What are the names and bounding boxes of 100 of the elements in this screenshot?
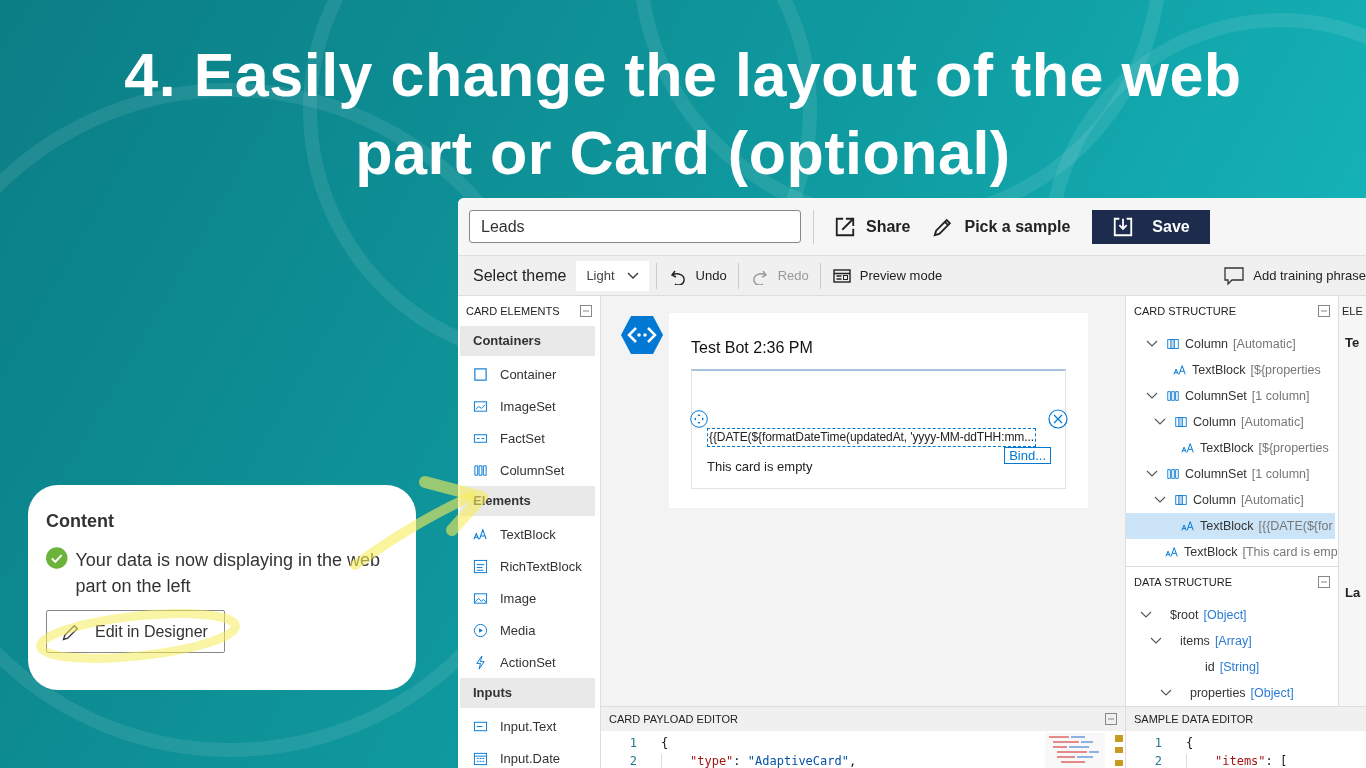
scrollbar-markers bbox=[1115, 733, 1123, 768]
tree-label: TextBlock bbox=[1192, 363, 1246, 377]
tree-label: TextBlock bbox=[1200, 441, 1254, 455]
element-item[interactable]: ImageSet bbox=[458, 390, 600, 422]
chevron-icon[interactable] bbox=[1146, 392, 1158, 400]
data-field-name[interactable]: id bbox=[1205, 660, 1215, 674]
line-number: 1 bbox=[1153, 736, 1162, 750]
save-button[interactable]: Save bbox=[1092, 209, 1210, 244]
collapse-icon[interactable] bbox=[1318, 576, 1330, 588]
panel-title: ELE bbox=[1342, 305, 1363, 317]
theme-dropdown[interactable]: Light bbox=[576, 260, 649, 291]
column-icon bbox=[1174, 415, 1188, 429]
tree-item[interactable]: Column [Automatic] bbox=[1126, 331, 1338, 357]
tree-label: ColumnSet bbox=[1185, 389, 1247, 403]
column-icon bbox=[1174, 493, 1188, 507]
share-icon bbox=[834, 215, 856, 238]
element-item[interactable]: Image bbox=[458, 582, 600, 614]
close-icon[interactable] bbox=[1048, 409, 1068, 429]
tree-detail: [Automatic] bbox=[1241, 415, 1304, 429]
tree-item[interactable]: Column [Automatic] bbox=[1126, 409, 1338, 435]
text-size-icon bbox=[1181, 519, 1195, 533]
data-field-type: [Array] bbox=[1214, 634, 1252, 648]
lightning-icon bbox=[473, 654, 488, 670]
data-field-type: [String] bbox=[1219, 660, 1260, 674]
chevron-icon[interactable] bbox=[1154, 418, 1166, 426]
element-item[interactable]: RichTextBlock bbox=[458, 550, 600, 582]
category-header[interactable]: Inputs bbox=[460, 678, 595, 708]
column-icon bbox=[1166, 337, 1180, 351]
text-size-icon bbox=[1181, 441, 1195, 455]
bind-button[interactable]: Bind... bbox=[1004, 447, 1051, 464]
tree-item[interactable]: TextBlock [${properties bbox=[1126, 357, 1338, 383]
element-item[interactable]: Input.Text bbox=[458, 710, 600, 742]
chevron-icon[interactable] bbox=[1160, 689, 1172, 697]
tree-detail: [{{DATE(${for bbox=[1258, 519, 1333, 533]
tree-item[interactable]: ColumnSet [1 column] bbox=[1126, 383, 1338, 409]
element-item[interactable]: ColumnSet bbox=[458, 454, 600, 486]
chevron-icon[interactable] bbox=[1140, 611, 1152, 619]
property-label: Te bbox=[1345, 335, 1360, 350]
chevron-icon[interactable] bbox=[1146, 470, 1158, 478]
sample-button[interactable]: Pick a sample bbox=[932, 209, 1071, 244]
panel-title: DATA STRUCTURE bbox=[1134, 576, 1232, 588]
tree-detail: [1 column] bbox=[1251, 389, 1310, 403]
element-item[interactable]: FactSet bbox=[458, 422, 600, 454]
element-item[interactable]: Media bbox=[458, 614, 600, 646]
data-field-name[interactable]: properties bbox=[1190, 686, 1246, 700]
collapse-icon[interactable] bbox=[580, 305, 592, 317]
chevron-down-icon bbox=[626, 271, 639, 280]
code-line: "type": "AdaptiveCard", bbox=[661, 754, 857, 768]
data-field-name[interactable]: items bbox=[1180, 634, 1210, 648]
element-item[interactable]: TextBlock bbox=[458, 518, 600, 550]
editor-title: SAMPLE DATA EDITOR bbox=[1134, 713, 1254, 725]
collapse-icon[interactable] bbox=[1105, 713, 1117, 725]
square-icon bbox=[473, 366, 488, 382]
tree-label: TextBlock bbox=[1200, 519, 1254, 533]
calendar-icon bbox=[473, 750, 488, 766]
tree-label: Column bbox=[1193, 493, 1237, 507]
category-header[interactable]: Containers bbox=[460, 326, 595, 356]
tree-detail: [Automatic] bbox=[1233, 337, 1296, 351]
chevron-icon[interactable] bbox=[1154, 496, 1166, 504]
panel-title: CARD ELEMENTS bbox=[466, 305, 560, 317]
tree-item[interactable]: TextBlock [${properties bbox=[1126, 435, 1338, 461]
empty-message: This card is empty bbox=[707, 459, 814, 474]
collapse-icon[interactable] bbox=[1318, 305, 1330, 317]
selected-text-block[interactable]: {{DATE(${formatDateTime(updatedAt, 'yyyy-MM-ddTHH:mm... bbox=[707, 428, 1036, 447]
editor-title: CARD PAYLOAD EDITOR bbox=[609, 713, 738, 725]
tree-item[interactable]: TextBlock [{{DATE(${for bbox=[1126, 513, 1335, 539]
tree-detail: [${properties bbox=[1250, 363, 1321, 377]
name-field[interactable]: Leads bbox=[469, 210, 801, 243]
tree-item[interactable]: TextBlock [This card is emp bbox=[1126, 539, 1338, 565]
status-message: Your data is now displaying in the web part on the left bbox=[75, 549, 382, 598]
save-icon bbox=[1112, 215, 1135, 238]
tree-label: TextBlock bbox=[1184, 545, 1238, 559]
edit-in-designer-button[interactable]: Edit in Designer bbox=[46, 610, 225, 653]
move-handle-icon[interactable] bbox=[690, 410, 708, 428]
tree-item[interactable]: Column [Automatic] bbox=[1126, 487, 1338, 513]
element-item[interactable]: Container bbox=[458, 358, 600, 390]
slide-title: 4. Easily change the layout of the web part or Card (optional) bbox=[123, 40, 1243, 189]
undo-button[interactable]: Undo bbox=[664, 266, 731, 285]
data-field-type: [Object] bbox=[1250, 686, 1294, 700]
text-size-icon bbox=[1173, 363, 1187, 377]
columns-icon bbox=[1166, 389, 1180, 403]
chevron-icon[interactable] bbox=[1146, 340, 1158, 348]
data-field-name[interactable]: $root bbox=[1170, 608, 1199, 622]
element-item[interactable]: ActionSet bbox=[458, 646, 600, 678]
tree-detail: [Automatic] bbox=[1241, 493, 1304, 507]
element-item[interactable]: Input.Date bbox=[458, 742, 600, 768]
panel-title: CARD STRUCTURE bbox=[1134, 305, 1237, 317]
chevron-icon[interactable] bbox=[1150, 637, 1162, 645]
tree-detail: [1 column] bbox=[1251, 467, 1310, 481]
share-button[interactable]: Share bbox=[834, 209, 911, 244]
add-training-phrase-button[interactable]: Add training phrase bbox=[1220, 266, 1366, 285]
card-header: Test Bot 2:36 PM bbox=[691, 339, 814, 357]
text-size-icon bbox=[1165, 545, 1179, 559]
columns-icon bbox=[1166, 467, 1180, 481]
preview-button[interactable]: Preview mode bbox=[828, 266, 947, 285]
tree-item[interactable]: ColumnSet [1 column] bbox=[1126, 461, 1338, 487]
card-title: Content bbox=[46, 511, 115, 532]
property-label: La bbox=[1345, 585, 1361, 600]
category-header[interactable]: Elements bbox=[460, 486, 595, 516]
image-icon bbox=[473, 590, 488, 606]
